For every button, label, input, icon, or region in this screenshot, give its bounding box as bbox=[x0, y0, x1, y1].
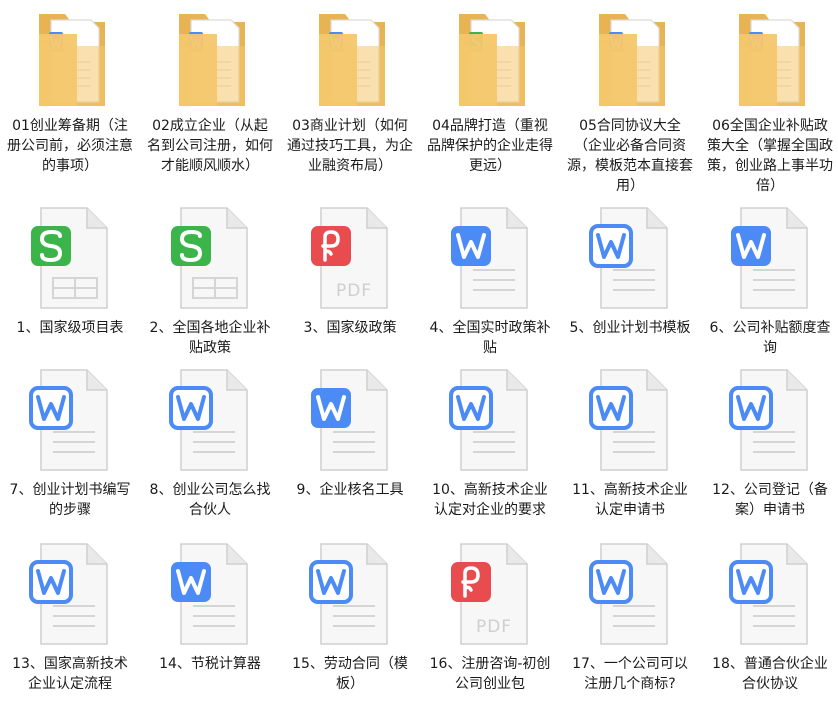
svg-text:PDF: PDF bbox=[336, 281, 372, 301]
pdf-file-icon: PDF bbox=[301, 204, 399, 314]
file-label: 3、国家级政策 bbox=[303, 320, 397, 336]
file-item[interactable]: 17、一个公司可以注册几个商标? bbox=[564, 540, 696, 710]
folder-icon bbox=[441, 6, 539, 114]
file-label: 02成立企业（从起名到公司注册，如何才能顺风顺水） bbox=[147, 118, 273, 174]
word-file-icon bbox=[721, 540, 819, 650]
file-item[interactable]: 8、创业公司怎么找合伙人 bbox=[144, 366, 276, 536]
file-label: 04品牌打造（重视品牌保护的企业走得更远） bbox=[427, 118, 553, 174]
file-label: 5、创业计划书模板 bbox=[569, 320, 691, 336]
folder-icon bbox=[161, 6, 259, 114]
file-item[interactable]: 4、全国实时政策补贴 bbox=[424, 204, 556, 374]
word-file-icon bbox=[581, 540, 679, 650]
file-label: 16、注册咨询-初创公司创业包 bbox=[429, 656, 551, 692]
folder-icon bbox=[581, 6, 679, 114]
svg-text:PDF: PDF bbox=[476, 617, 512, 637]
pdf-file-icon: PDF bbox=[441, 540, 539, 650]
file-item[interactable]: 6、公司补贴额度查询 bbox=[704, 204, 836, 374]
file-label: 9、企业核名工具 bbox=[296, 482, 404, 498]
file-label: 10、高新技术企业认定对企业的要求 bbox=[432, 482, 548, 518]
word-file-icon bbox=[581, 204, 679, 314]
spreadsheet-file-icon bbox=[161, 204, 259, 314]
file-grid: 01创业筹备期（注册公司前，必须注意的事项） 02成立企业（从起名到公司注册，如… bbox=[0, 0, 838, 726]
word-file-icon bbox=[161, 366, 259, 476]
file-label: 17、一个公司可以注册几个商标? bbox=[572, 656, 688, 692]
file-item[interactable]: 9、企业核名工具 bbox=[284, 366, 416, 536]
file-label: 12、公司登记（备案）申请书 bbox=[712, 482, 828, 518]
file-label: 14、节税计算器 bbox=[159, 656, 261, 672]
word-file-icon bbox=[721, 204, 819, 314]
file-label: 03商业计划（如何通过技巧工具，为企业融资布局） bbox=[287, 118, 413, 174]
file-label: 18、普通合伙企业合伙协议 bbox=[712, 656, 828, 692]
file-label: 1、国家级项目表 bbox=[16, 320, 124, 336]
file-item[interactable]: 13、国家高新技术企业认定流程 bbox=[4, 540, 136, 710]
file-label: 4、全国实时政策补贴 bbox=[429, 320, 551, 356]
folder-icon bbox=[301, 6, 399, 114]
word-file-icon bbox=[21, 366, 119, 476]
folder-item[interactable]: 02成立企业（从起名到公司注册，如何才能顺风顺水） bbox=[144, 6, 276, 176]
file-label: 6、公司补贴额度查询 bbox=[709, 320, 831, 356]
folder-item[interactable]: 03商业计划（如何通过技巧工具，为企业融资布局） bbox=[284, 6, 416, 176]
word-file-icon bbox=[441, 204, 539, 314]
word-file-icon bbox=[721, 366, 819, 476]
file-item[interactable]: 7、创业计划书编写的步骤 bbox=[4, 366, 136, 536]
folder-item[interactable]: 01创业筹备期（注册公司前，必须注意的事项） bbox=[4, 6, 136, 176]
folder-item[interactable]: 04品牌打造（重视品牌保护的企业走得更远） bbox=[424, 6, 556, 176]
word-file-icon bbox=[21, 540, 119, 650]
file-item[interactable]: 14、节税计算器 bbox=[144, 540, 276, 710]
folder-item[interactable]: 06全国企业补贴政策大全（掌握全国政策，创业路上事半功倍） bbox=[704, 6, 836, 194]
word-file-icon bbox=[161, 540, 259, 650]
file-item[interactable]: 15、劳动合同（模板） bbox=[284, 540, 416, 710]
word-file-icon bbox=[581, 366, 679, 476]
folder-item[interactable]: 05合同协议大全（企业必备合同资源，模板范本直接套用） bbox=[564, 6, 696, 194]
word-file-icon bbox=[301, 366, 399, 476]
file-item[interactable]: PDF 3、国家级政策 bbox=[284, 204, 416, 374]
folder-icon bbox=[21, 6, 119, 114]
file-label: 11、高新技术企业认定申请书 bbox=[572, 482, 688, 518]
file-label: 05合同协议大全（企业必备合同资源，模板范本直接套用） bbox=[567, 118, 693, 194]
file-item[interactable]: 1、国家级项目表 bbox=[4, 204, 136, 374]
file-label: 15、劳动合同（模板） bbox=[292, 656, 408, 692]
file-item[interactable]: 11、高新技术企业认定申请书 bbox=[564, 366, 696, 536]
spreadsheet-file-icon bbox=[21, 204, 119, 314]
file-item[interactable]: 5、创业计划书模板 bbox=[564, 204, 696, 374]
file-item[interactable]: 18、普通合伙企业合伙协议 bbox=[704, 540, 836, 710]
file-label: 06全国企业补贴政策大全（掌握全国政策，创业路上事半功倍） bbox=[707, 118, 833, 194]
file-label: 13、国家高新技术企业认定流程 bbox=[12, 656, 128, 692]
file-label: 01创业筹备期（注册公司前，必须注意的事项） bbox=[7, 118, 133, 174]
file-item[interactable]: PDF 16、注册咨询-初创公司创业包 bbox=[424, 540, 556, 710]
file-item[interactable]: 12、公司登记（备案）申请书 bbox=[704, 366, 836, 536]
file-item[interactable]: 2、全国各地企业补贴政策 bbox=[144, 204, 276, 374]
file-label: 7、创业计划书编写的步骤 bbox=[9, 482, 131, 518]
file-label: 2、全国各地企业补贴政策 bbox=[149, 320, 271, 356]
folder-icon bbox=[721, 6, 819, 114]
word-file-icon bbox=[301, 540, 399, 650]
file-item[interactable]: 10、高新技术企业认定对企业的要求 bbox=[424, 366, 556, 536]
file-label: 8、创业公司怎么找合伙人 bbox=[149, 482, 271, 518]
word-file-icon bbox=[441, 366, 539, 476]
